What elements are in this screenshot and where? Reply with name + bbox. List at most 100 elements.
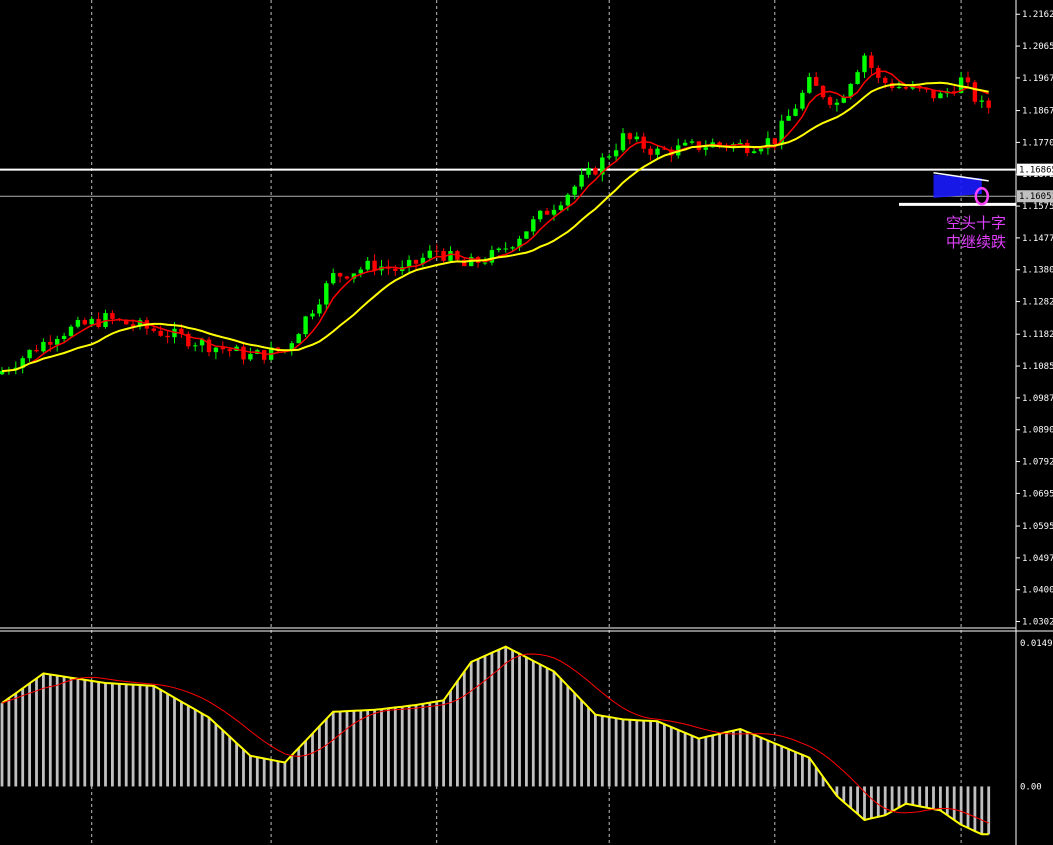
macd-bar <box>504 646 508 787</box>
macd-bar <box>352 710 356 787</box>
candle-body <box>248 353 253 360</box>
macd-bar <box>62 676 66 787</box>
candle-body <box>586 167 591 175</box>
candle-body <box>89 318 94 325</box>
macd-bar <box>587 707 590 787</box>
macd-bar <box>166 693 169 787</box>
macd-bar <box>48 674 52 787</box>
candle-body <box>786 115 791 121</box>
tick-label: 1.04000 <box>1022 586 1053 596</box>
macd-bar <box>842 786 846 803</box>
candle-body <box>793 108 798 116</box>
candle-body <box>869 55 874 68</box>
macd-bar <box>366 710 370 787</box>
macd-bar <box>131 684 135 787</box>
candle-body <box>800 92 805 109</box>
macd-bar <box>269 759 273 787</box>
candle-body <box>434 250 439 252</box>
macd-bar <box>676 729 680 787</box>
candle-body <box>531 219 536 232</box>
tick-label: 1.05950 <box>1022 522 1053 532</box>
tick-label: 1.09875 <box>1022 394 1053 404</box>
tick-label: 1.14775 <box>1022 234 1053 244</box>
macd-bar <box>718 733 721 787</box>
macd-bar <box>600 715 604 787</box>
candle-body <box>558 205 564 210</box>
macd-bar <box>338 711 342 787</box>
candles <box>0 51 991 376</box>
macd-bar <box>242 749 245 787</box>
macd-bar <box>90 680 94 787</box>
candle-body <box>579 174 584 187</box>
macd-bar <box>987 786 991 835</box>
macd-bar <box>973 786 977 832</box>
candle-body <box>82 319 87 325</box>
macd-bar <box>952 786 956 820</box>
chart-canvas[interactable]: 1.216251.206501.196751.186751.177001.167… <box>0 0 1053 845</box>
macd-histogram <box>0 645 991 836</box>
macd-bar <box>594 714 597 787</box>
macd-bar <box>573 693 577 787</box>
macd-bar <box>35 678 38 787</box>
macd-bar <box>518 653 521 787</box>
candle-body <box>814 77 819 86</box>
macd-bar <box>152 685 156 787</box>
macd-bar <box>849 786 853 808</box>
macd-bar <box>545 667 549 787</box>
candle-body <box>607 156 612 158</box>
macd-bar <box>649 720 652 787</box>
macd-bar <box>449 690 452 787</box>
candle-body <box>648 148 653 155</box>
macd-bar <box>124 684 128 787</box>
candle-body <box>986 100 991 108</box>
macd-bar <box>304 740 307 787</box>
candle-body <box>807 77 812 93</box>
candle-body <box>61 335 67 339</box>
macd-bar <box>28 683 31 787</box>
macd-bar <box>407 705 411 787</box>
box-shape <box>933 174 982 198</box>
tick-label: 1.11825 <box>1022 330 1053 340</box>
macd-bar <box>704 736 708 787</box>
macd-bar <box>621 719 625 787</box>
macd-bar <box>897 786 901 808</box>
macd-bar <box>959 786 963 825</box>
candle-body <box>193 345 198 347</box>
macd-bar <box>83 679 87 787</box>
macd-bar <box>262 758 266 787</box>
candle-body <box>572 186 577 195</box>
tick-label: 1.21625 <box>1022 10 1053 20</box>
candle-body <box>862 55 867 73</box>
price-ticks: 1.216251.206501.196751.186751.177001.167… <box>1016 10 1053 628</box>
macd-bar <box>911 786 915 806</box>
macd-signal-line <box>1 653 989 824</box>
macd-bar <box>414 705 418 787</box>
macd-bar <box>276 761 280 787</box>
macd-bar <box>745 731 749 787</box>
macd-bar <box>228 736 232 787</box>
candle-body <box>544 210 550 215</box>
candle-body <box>524 231 529 239</box>
moving-averages <box>1 70 989 373</box>
tick-label: 1.19675 <box>1022 74 1053 84</box>
macd-bar <box>324 719 328 787</box>
macd-bar <box>186 705 190 787</box>
macd-bar <box>104 683 107 787</box>
tick-label: 1.04975 <box>1022 554 1053 564</box>
tick-label: 1.20650 <box>1022 42 1053 52</box>
candle-body <box>627 133 633 140</box>
macd-bar <box>69 677 73 787</box>
candle-body <box>68 326 74 336</box>
macd-bar <box>117 683 121 787</box>
macd-bar <box>345 711 349 787</box>
macd-bar <box>421 703 425 787</box>
candle-body <box>682 142 688 146</box>
macd-bar <box>856 786 859 814</box>
macd-bar <box>918 786 922 807</box>
candle-body <box>427 250 432 258</box>
candle-body <box>751 151 757 154</box>
macd-bar <box>145 685 149 787</box>
macd-bar <box>511 650 514 787</box>
candle-body <box>448 251 453 261</box>
macd-bar <box>7 698 11 787</box>
